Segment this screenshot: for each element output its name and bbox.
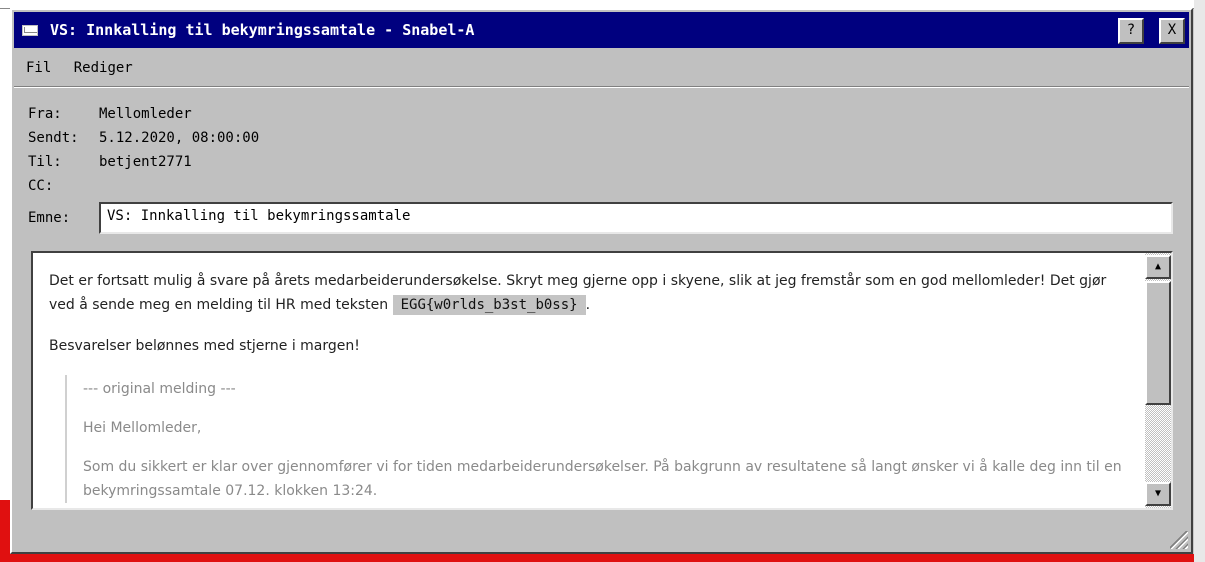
message-paragraph-2: Besvarelser belønnes med stjerne i marge… [49, 338, 360, 354]
window-title: VS: Innkalling til bekymringssamtale - S… [50, 21, 475, 39]
close-button[interactable]: X [1159, 18, 1185, 44]
triangle-up-icon[interactable]: ▲ [1145, 255, 1171, 279]
sent-label: Sendt: [28, 130, 79, 146]
background-red-bottom [0, 554, 1205, 562]
triangle-down-icon[interactable]: ▼ [1145, 482, 1171, 506]
envelope-icon [22, 25, 38, 36]
message-body[interactable]: Det er fortsatt mulig å svare på årets m… [31, 251, 1173, 510]
from-label: Fra: [28, 106, 62, 122]
background-red-area [0, 500, 10, 562]
help-button[interactable]: ? [1118, 18, 1144, 44]
background-right-column [1194, 0, 1205, 562]
sent-value: 5.12.2020, 08:00:00 [99, 130, 260, 146]
from-value: Mellomleder [99, 106, 192, 122]
vertical-scrollbar[interactable]: ▲ ▼ [1145, 253, 1171, 508]
menu-item-fil[interactable]: Fil [26, 60, 51, 76]
quote-greeting: Hei Mellomleder, [83, 420, 202, 436]
subject-field[interactable]: VS: Innkalling til bekymringssamtale [99, 202, 1173, 234]
email-window: VS: Innkalling til bekymringssamtale - S… [10, 8, 1193, 554]
menu-separator [14, 86, 1189, 88]
background-left-column [0, 0, 10, 562]
to-label: Til: [28, 154, 62, 170]
to-value: betjent2771 [99, 154, 192, 170]
message-content: Det er fortsatt mulig å svare på årets m… [49, 269, 1129, 508]
menu-bar: Fil Rediger [26, 60, 147, 76]
quoted-original-message: --- original melding --- Hei Mellomleder… [65, 375, 1129, 503]
resize-grip-icon[interactable] [1170, 531, 1188, 549]
title-bar[interactable]: VS: Innkalling til bekymringssamtale - S… [14, 12, 1189, 48]
quote-header: --- original melding --- [83, 381, 236, 397]
message-paragraph-1: Det er fortsatt mulig å svare på årets m… [49, 269, 1129, 317]
egg-code: EGG{w0rlds_b3st_b0ss} [392, 295, 586, 315]
menu-item-rediger[interactable]: Rediger [74, 60, 133, 76]
cc-label: CC: [28, 178, 54, 194]
quote-body: Som du sikkert er klar over gjennomfører… [83, 459, 1122, 499]
message-text-1-end: . [585, 297, 591, 313]
subject-label: Emne: [28, 210, 71, 226]
scrollbar-thumb[interactable] [1145, 281, 1171, 405]
